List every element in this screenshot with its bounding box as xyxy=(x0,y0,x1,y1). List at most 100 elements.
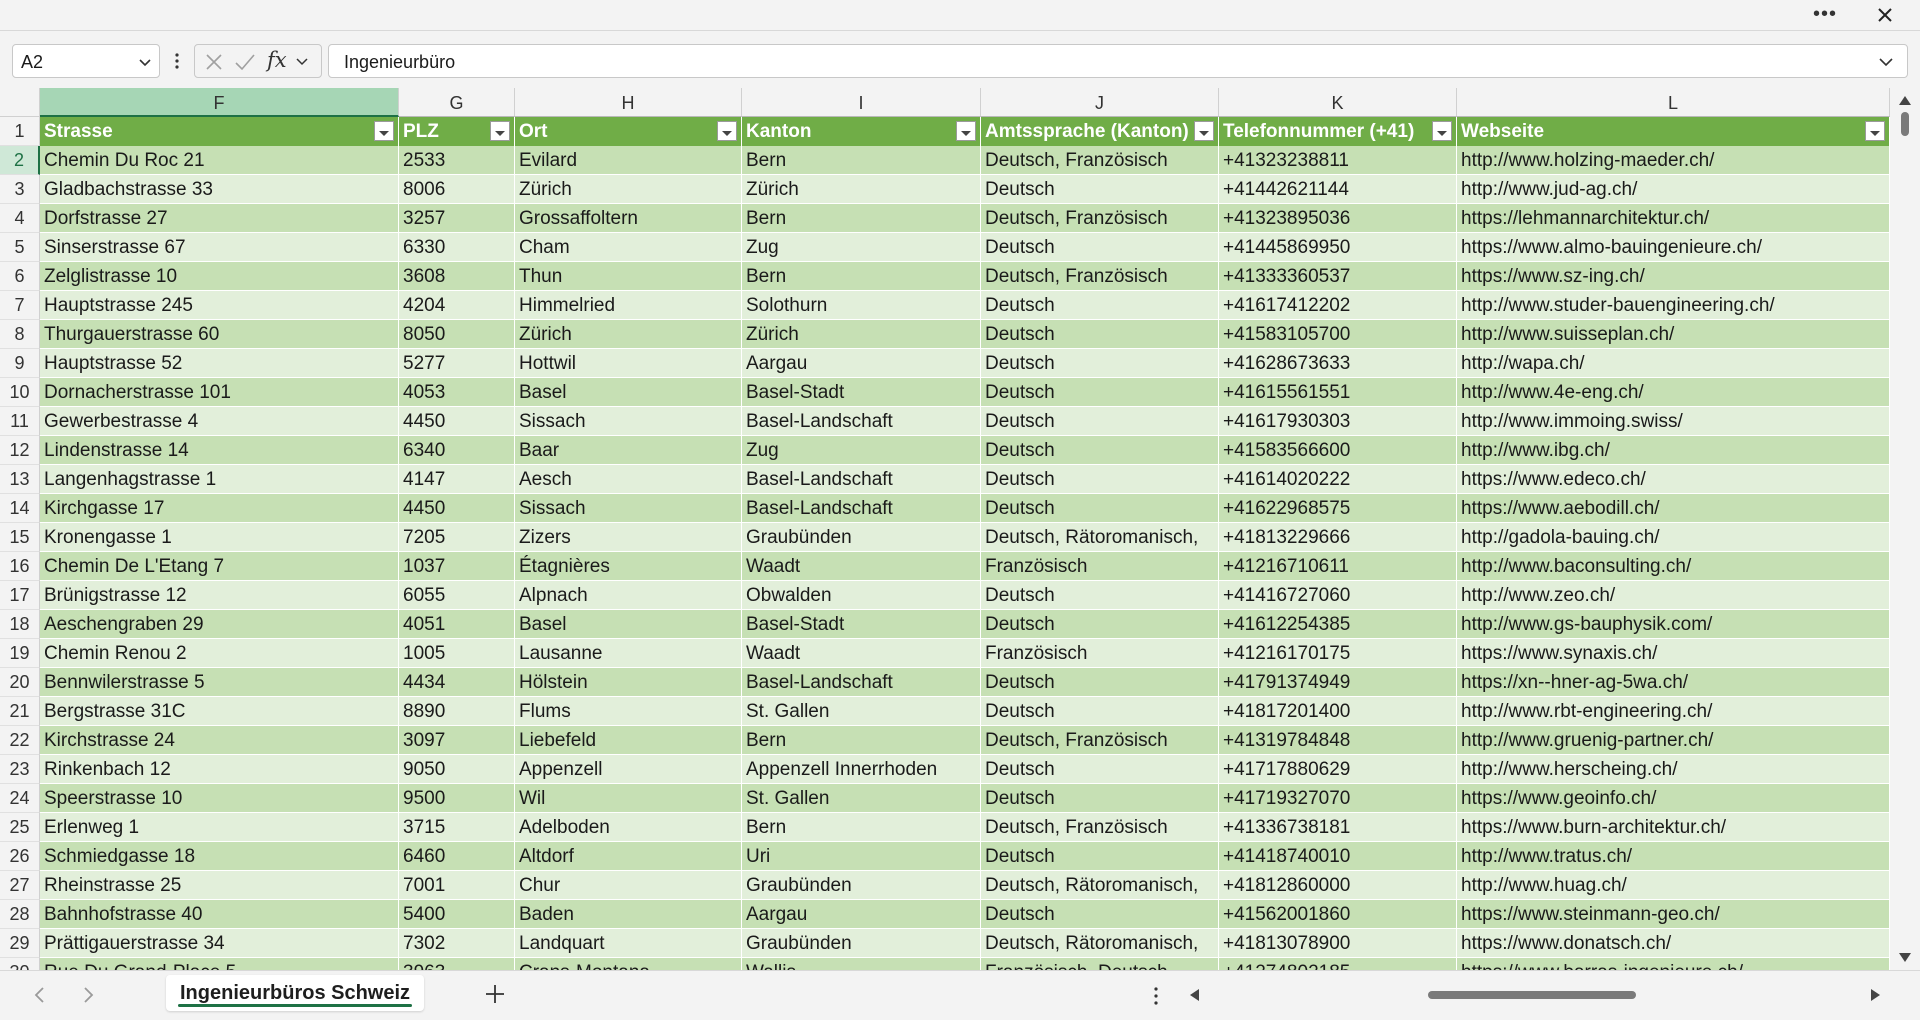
table-cell[interactable]: Hauptstrasse 245 xyxy=(40,291,399,320)
table-cell[interactable]: Hauptstrasse 52 xyxy=(40,349,399,378)
table-cell[interactable]: Wallis xyxy=(742,958,981,970)
table-cell[interactable]: Graubünden xyxy=(742,871,981,900)
table-cell[interactable]: Liebefeld xyxy=(515,726,742,755)
row-header[interactable]: 26 xyxy=(0,842,40,871)
table-cell[interactable]: Deutsch, Französisch xyxy=(981,813,1219,842)
table-cell[interactable]: Zürich xyxy=(515,320,742,349)
table-cell[interactable]: Deutsch xyxy=(981,697,1219,726)
table-cell[interactable]: http://www.suisseplan.ch/ xyxy=(1457,320,1890,349)
table-header-cell[interactable]: Amtssprache (Kanton) xyxy=(981,117,1219,146)
table-cell[interactable]: Thun xyxy=(515,262,742,291)
row-header[interactable]: 19 xyxy=(0,639,40,668)
table-cell[interactable]: 5277 xyxy=(399,349,515,378)
arrow-left-icon[interactable] xyxy=(32,985,48,1005)
table-cell[interactable]: 7302 xyxy=(399,929,515,958)
table-cell[interactable]: Graubünden xyxy=(742,929,981,958)
table-cell[interactable]: Evilard xyxy=(515,146,742,175)
table-cell[interactable]: +41333360537 xyxy=(1219,262,1457,291)
row-header[interactable]: 3 xyxy=(0,175,40,204)
row-header[interactable]: 30 xyxy=(0,958,40,970)
table-cell[interactable]: Zizers xyxy=(515,523,742,552)
table-cell[interactable]: Bennwilerstrasse 5 xyxy=(40,668,399,697)
table-cell[interactable]: http://www.huag.ch/ xyxy=(1457,871,1890,900)
arrow-down-icon[interactable] xyxy=(1898,952,1912,964)
table-cell[interactable]: +41442621144 xyxy=(1219,175,1457,204)
table-cell[interactable]: Prättigauerstrasse 34 xyxy=(40,929,399,958)
table-cell[interactable]: Bergstrasse 31C xyxy=(40,697,399,726)
table-cell[interactable]: http://www.rbt-engineering.ch/ xyxy=(1457,697,1890,726)
table-cell[interactable]: http://gadola-bauing.ch/ xyxy=(1457,523,1890,552)
row-header[interactable]: 24 xyxy=(0,784,40,813)
table-cell[interactable]: Flums xyxy=(515,697,742,726)
table-cell[interactable]: Himmelried xyxy=(515,291,742,320)
table-cell[interactable]: Bern xyxy=(742,204,981,233)
check-icon[interactable] xyxy=(233,51,257,73)
row-header[interactable]: 1 xyxy=(0,117,40,146)
table-cell[interactable]: 7205 xyxy=(399,523,515,552)
table-cell[interactable]: Chemin Renou 2 xyxy=(40,639,399,668)
table-cell[interactable]: Deutsch, Rätoromanisch, xyxy=(981,523,1219,552)
table-cell[interactable]: Graubünden xyxy=(742,523,981,552)
table-cell[interactable]: +41719327070 xyxy=(1219,784,1457,813)
table-cell[interactable]: http://www.gruenig-partner.ch/ xyxy=(1457,726,1890,755)
table-cell[interactable]: Deutsch xyxy=(981,436,1219,465)
row-header[interactable]: 10 xyxy=(0,378,40,407)
row-header[interactable]: 15 xyxy=(0,523,40,552)
table-cell[interactable]: Grossaffoltern xyxy=(515,204,742,233)
cancel-icon[interactable] xyxy=(203,51,225,73)
arrow-left-icon[interactable] xyxy=(1188,988,1200,1002)
column-header-g[interactable]: G xyxy=(399,88,515,117)
table-cell[interactable]: Hottwil xyxy=(515,349,742,378)
table-cell[interactable]: https://www.donatsch.ch/ xyxy=(1457,929,1890,958)
table-cell[interactable]: Chemin Du Roc 21 xyxy=(40,146,399,175)
table-cell[interactable]: Aesch xyxy=(515,465,742,494)
row-header[interactable]: 16 xyxy=(0,552,40,581)
table-cell[interactable]: +41791374949 xyxy=(1219,668,1457,697)
table-cell[interactable]: Baar xyxy=(515,436,742,465)
table-cell[interactable]: Appenzell Innerrhoden xyxy=(742,755,981,784)
table-cell[interactable]: 3097 xyxy=(399,726,515,755)
table-cell[interactable]: +41622968575 xyxy=(1219,494,1457,523)
table-cell[interactable]: Deutsch xyxy=(981,407,1219,436)
row-header[interactable]: 22 xyxy=(0,726,40,755)
chevron-down-icon[interactable] xyxy=(295,55,309,69)
table-cell[interactable]: +41216710611 xyxy=(1219,552,1457,581)
table-cell[interactable]: Bern xyxy=(742,262,981,291)
table-cell[interactable]: +41813229666 xyxy=(1219,523,1457,552)
vertical-scrollbar[interactable] xyxy=(1890,88,1920,970)
row-header[interactable]: 29 xyxy=(0,929,40,958)
table-cell[interactable]: 1037 xyxy=(399,552,515,581)
table-cell[interactable]: Basel-Stadt xyxy=(742,378,981,407)
table-cell[interactable]: Altdorf xyxy=(515,842,742,871)
table-cell[interactable]: Speerstrasse 10 xyxy=(40,784,399,813)
row-header[interactable]: 17 xyxy=(0,581,40,610)
table-cell[interactable]: Étagnières xyxy=(515,552,742,581)
table-cell[interactable]: +41323238811 xyxy=(1219,146,1457,175)
table-cell[interactable]: Basel-Landschaft xyxy=(742,494,981,523)
row-header[interactable]: 12 xyxy=(0,436,40,465)
horizontal-scrollbar[interactable] xyxy=(1182,981,1882,1007)
formula-input[interactable]: Ingenieurbüro xyxy=(328,44,1908,78)
table-cell[interactable]: Sinserstrasse 67 xyxy=(40,233,399,262)
table-header-cell[interactable]: Kanton xyxy=(742,117,981,146)
table-cell[interactable]: http://www.studer-bauengineering.ch/ xyxy=(1457,291,1890,320)
table-cell[interactable]: 8890 xyxy=(399,697,515,726)
select-all-corner[interactable] xyxy=(0,88,40,117)
table-cell[interactable]: Aargau xyxy=(742,900,981,929)
table-cell[interactable]: Lindenstrasse 14 xyxy=(40,436,399,465)
column-header-i[interactable]: I xyxy=(742,88,981,117)
row-header[interactable]: 13 xyxy=(0,465,40,494)
row-header[interactable]: 25 xyxy=(0,813,40,842)
filter-dropdown-button[interactable] xyxy=(956,121,976,141)
table-cell[interactable]: 3257 xyxy=(399,204,515,233)
row-header[interactable]: 8 xyxy=(0,320,40,349)
row-header[interactable]: 5 xyxy=(0,233,40,262)
table-cell[interactable]: +41323895036 xyxy=(1219,204,1457,233)
table-cell[interactable]: Lausanne xyxy=(515,639,742,668)
arrow-right-icon[interactable] xyxy=(80,985,96,1005)
table-cell[interactable]: Deutsch, Französisch xyxy=(981,146,1219,175)
column-header-f[interactable]: F xyxy=(40,88,399,117)
table-cell[interactable]: +41445869950 xyxy=(1219,233,1457,262)
table-cell[interactable]: Deutsch xyxy=(981,900,1219,929)
table-cell[interactable]: Basel-Stadt xyxy=(742,610,981,639)
